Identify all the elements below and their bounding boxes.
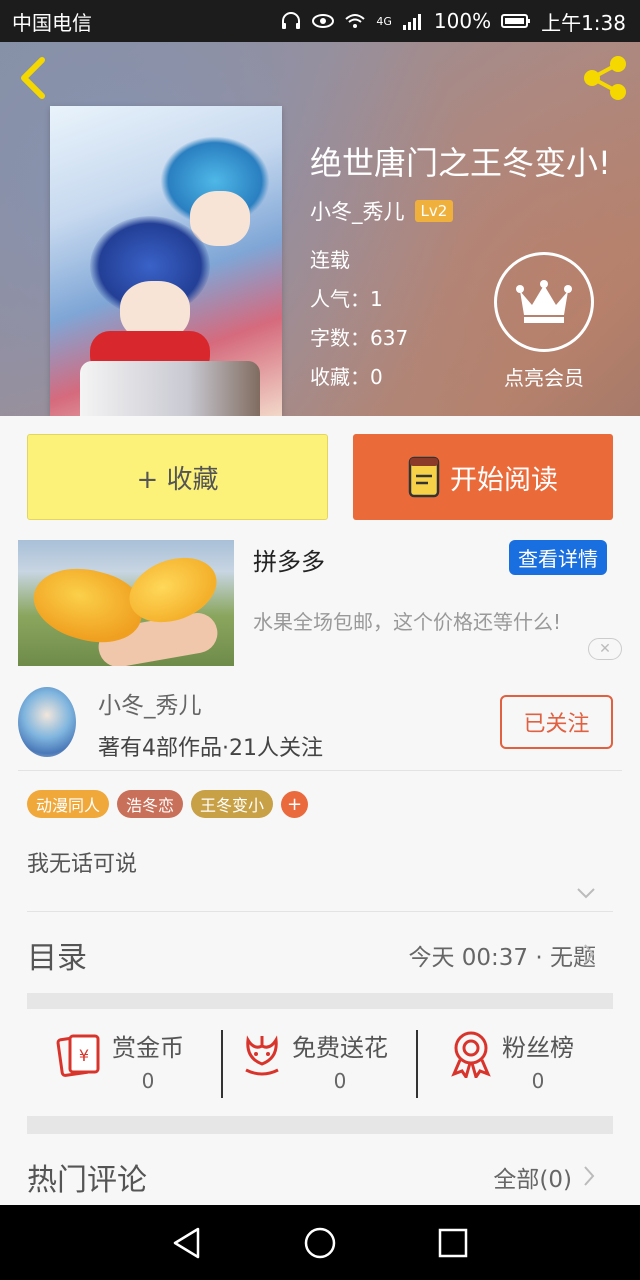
book-word-count: 字数：637 [310,326,409,350]
stat-value: 0 [333,1069,347,1093]
status-bar: 中国电信 4G 100% 上午1:38 [0,0,640,42]
divider [27,911,613,912]
book-description: 我无话可说 [27,852,138,877]
vip-label: 点亮会员 [504,366,584,390]
author-avatar[interactable] [18,687,76,757]
tag-list: 动漫同人 浩冬恋 王冬变小 + [27,790,309,818]
book-author-name[interactable]: 小冬_秀儿 [310,196,405,226]
add-tag-button[interactable]: + [281,790,309,818]
chevron-down-icon[interactable] [576,886,596,900]
collect-button[interactable]: + 收藏 [27,434,328,520]
chevron-right-icon[interactable] [583,943,595,965]
book-status: 连载 [310,248,350,272]
system-nav-bar [0,1205,640,1280]
book-popularity: 人气：1 [310,287,383,311]
vip-button[interactable]: 点亮会员 [492,252,596,391]
nav-back-icon[interactable] [170,1226,204,1260]
svg-text:¥: ¥ [79,1046,89,1065]
start-reading-button[interactable]: 开始阅读 [353,434,613,520]
clock: 上午1:38 [541,10,626,35]
signal-icon [402,14,421,30]
ad-close-button[interactable]: ✕ [588,638,622,660]
tag[interactable]: 动漫同人 [27,790,110,818]
battery-icon [501,14,531,28]
book-author-row[interactable]: 小冬_秀儿 Lv2 [310,196,454,226]
battery-percent: 100% [433,9,492,33]
crown-icon [516,280,572,323]
nav-recents-icon[interactable] [436,1226,470,1260]
stat-value: 0 [141,1069,155,1093]
section-divider [27,1116,613,1134]
start-reading-label: 开始阅读 [450,464,558,496]
section-divider [27,993,613,1009]
network-type: 4G [376,14,392,28]
divider [18,770,622,771]
hot-comments-label: 热门评论 [27,1163,147,1198]
ad-detail-button[interactable]: 查看详情 [509,540,607,575]
headphones-icon [282,12,301,29]
book-favorites: 收藏：0 [310,365,383,389]
divider [221,1030,223,1098]
all-comments-link[interactable]: 全部(0) [493,1160,572,1194]
back-icon[interactable] [14,56,54,100]
tag[interactable]: 浩冬恋 [117,790,184,818]
author-profile-name[interactable]: 小冬_秀儿 [98,686,202,720]
medal-icon [451,1031,491,1078]
carrier-label: 中国电信 [12,10,92,35]
wifi-icon [345,14,366,28]
level-badge: Lv2 [414,200,454,222]
stat-label: 粉丝榜 [502,1034,574,1062]
tag[interactable]: 王冬变小 [191,790,274,818]
book-header: 绝世唐门之王冬变小! 小冬_秀儿 Lv2 连载 人气：1 字数：637 收藏：0… [0,42,640,416]
close-icon: ✕ [599,641,611,657]
book-cover[interactable] [50,106,282,416]
ad-description[interactable]: 水果全场包邮，这个价格还等什么! [253,606,561,635]
stat-value: 0 [531,1069,545,1093]
flower-icon [245,1035,279,1076]
fan-rank-stat[interactable]: 粉丝榜 0 [448,1030,574,1100]
divider [416,1030,418,1098]
chevron-right-icon[interactable] [583,1165,595,1187]
nav-home-icon[interactable] [303,1226,337,1260]
toc-latest-chapter[interactable]: 今天 00:37 · 无题 [408,938,596,972]
share-icon[interactable] [580,54,630,102]
eye-icon [312,14,335,28]
book-icon [408,456,440,498]
stat-label: 赏金币 [112,1034,184,1062]
free-flower-stat[interactable]: 免费送花 0 [240,1030,388,1100]
ad-title[interactable]: 拼多多 [253,542,325,577]
toc-label[interactable]: 目录 [27,933,87,977]
author-profile-meta: 著有4部作品·21人关注 [98,736,323,761]
ad-image[interactable] [18,540,234,666]
book-title: 绝世唐门之王冬变小! [310,144,611,182]
stat-label: 免费送花 [292,1034,388,1062]
bounty-coin-stat[interactable]: ¥ 赏金币 0 [56,1030,184,1100]
red-envelope-icon: ¥ [56,1034,100,1077]
follow-button[interactable]: 已关注 [500,695,613,749]
